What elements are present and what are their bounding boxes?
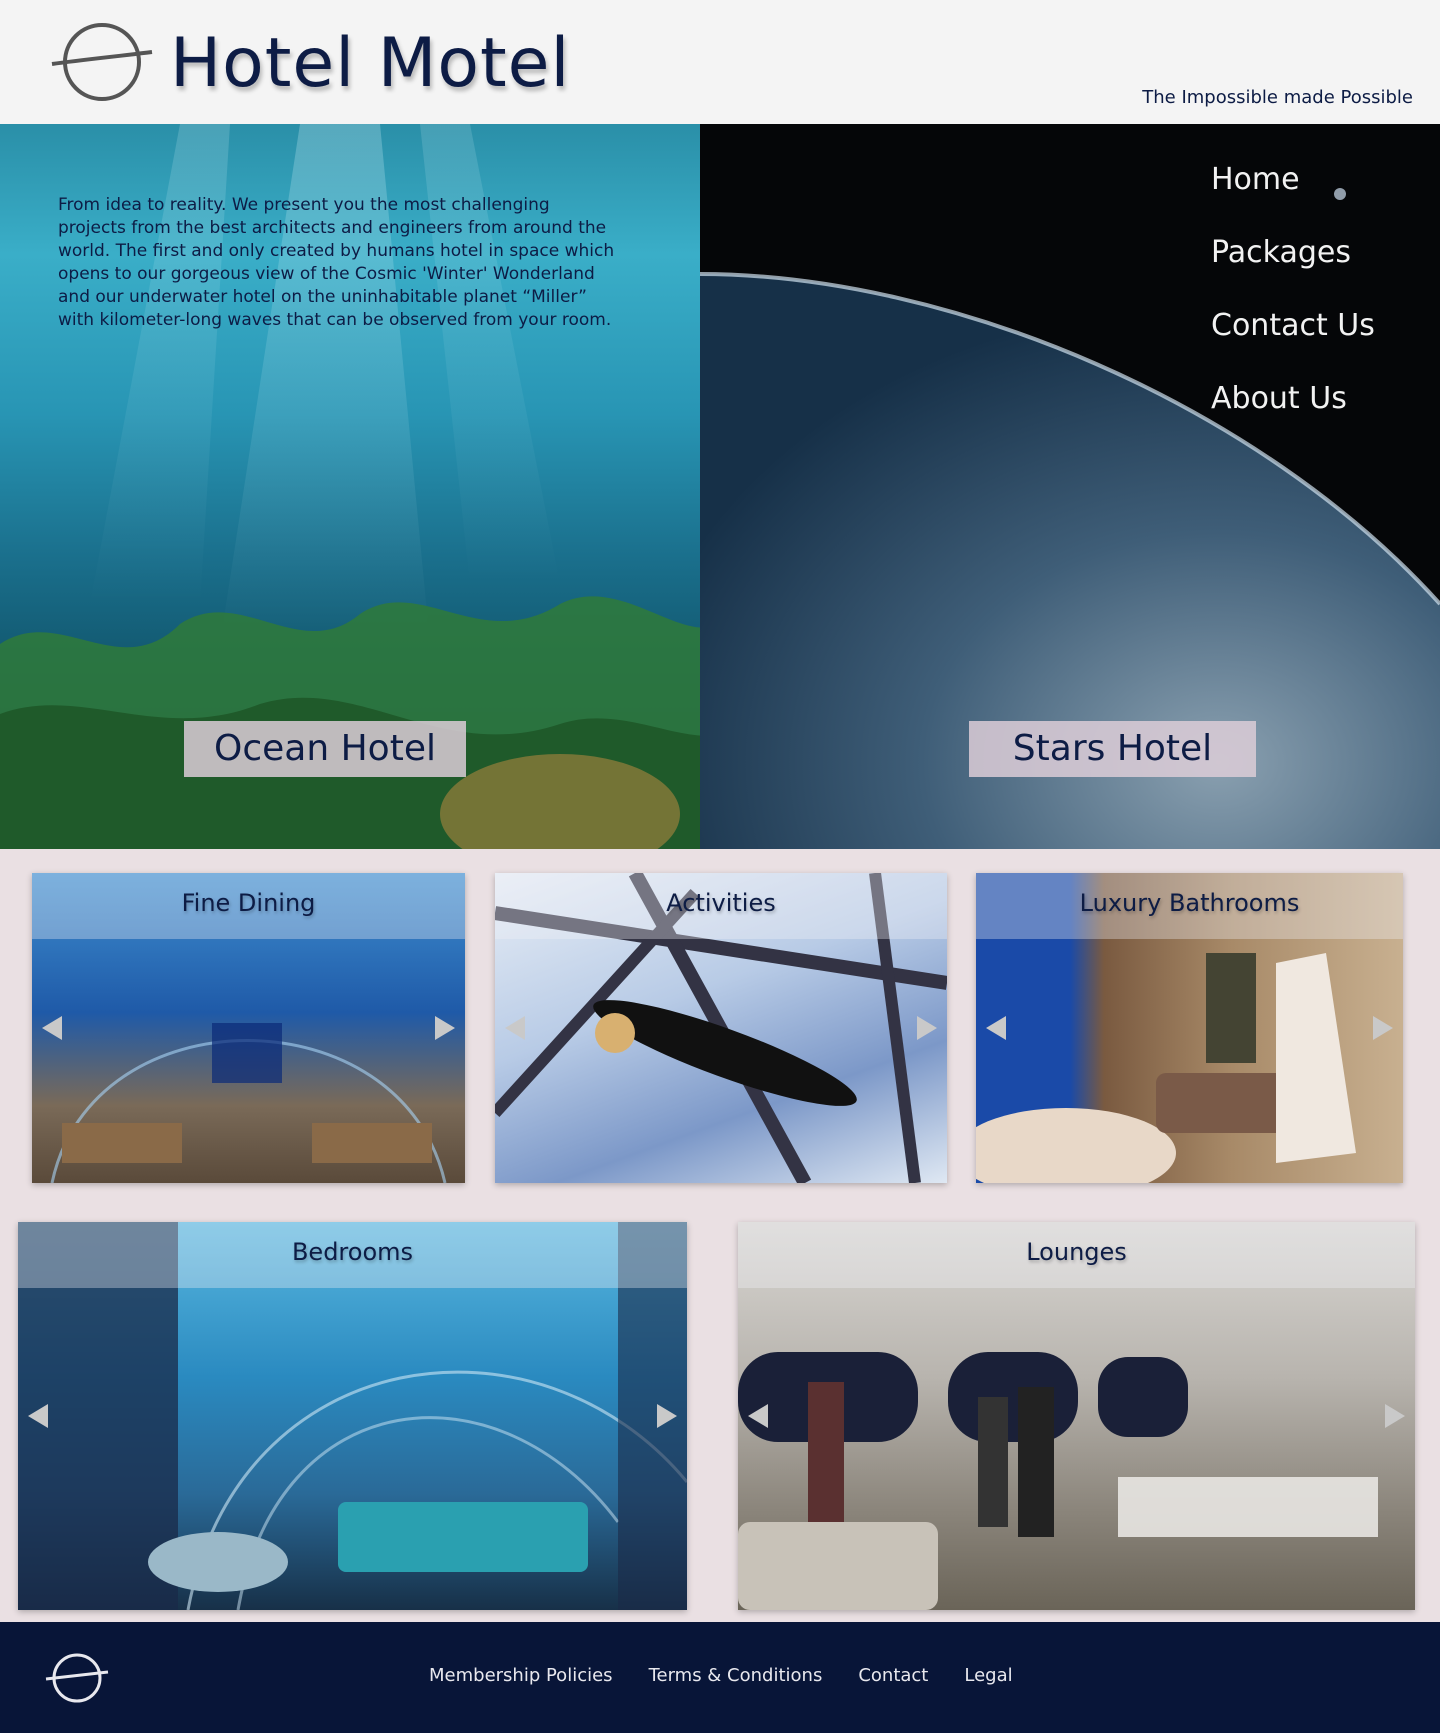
tagline: The Impossible made Possible bbox=[1142, 87, 1413, 108]
main-nav: Home Packages Contact Us About Us bbox=[1211, 162, 1375, 454]
orbit-logo-icon[interactable] bbox=[50, 22, 154, 102]
site-footer: Membership Policies Terms & Conditions C… bbox=[0, 1622, 1440, 1733]
card-title: Luxury Bathrooms bbox=[1079, 889, 1300, 917]
card-lounges[interactable]: Lounges bbox=[738, 1222, 1415, 1610]
card-activities[interactable]: Activities bbox=[495, 873, 947, 1183]
triangle-left-icon[interactable] bbox=[28, 1404, 48, 1428]
triangle-right-icon[interactable] bbox=[1385, 1404, 1405, 1428]
site-header: Hotel Motel The Impossible made Possible bbox=[0, 0, 1440, 124]
card-title: Lounges bbox=[1026, 1238, 1127, 1266]
triangle-left-icon[interactable] bbox=[42, 1016, 62, 1040]
footer-nav: Membership Policies Terms & Conditions C… bbox=[429, 1665, 1013, 1686]
footer-link-legal[interactable]: Legal bbox=[964, 1665, 1012, 1686]
card-luxury-bathrooms[interactable]: Luxury Bathrooms bbox=[976, 873, 1403, 1183]
stars-hotel-button[interactable]: Stars Hotel bbox=[969, 721, 1256, 777]
ocean-hotel-button[interactable]: Ocean Hotel bbox=[184, 721, 466, 777]
brand-name[interactable]: Hotel Motel bbox=[170, 24, 570, 103]
hero-section: From idea to reality. We present you the… bbox=[0, 124, 1440, 849]
triangle-right-icon[interactable] bbox=[1373, 1016, 1393, 1040]
triangle-left-icon[interactable] bbox=[748, 1404, 768, 1428]
card-title: Activities bbox=[666, 889, 776, 917]
hero-description: From idea to reality. We present you the… bbox=[58, 195, 615, 330]
nav-item-home[interactable]: Home bbox=[1211, 162, 1375, 197]
triangle-left-icon[interactable] bbox=[505, 1016, 525, 1040]
card-title: Fine Dining bbox=[181, 889, 316, 917]
triangle-left-icon[interactable] bbox=[986, 1016, 1006, 1040]
nav-item-packages[interactable]: Packages bbox=[1211, 235, 1375, 270]
triangle-right-icon[interactable] bbox=[435, 1016, 455, 1040]
footer-link-terms-conditions[interactable]: Terms & Conditions bbox=[649, 1665, 823, 1686]
triangle-right-icon[interactable] bbox=[657, 1404, 677, 1428]
nav-item-contact-us[interactable]: Contact Us bbox=[1211, 308, 1375, 343]
card-bedrooms[interactable]: Bedrooms bbox=[18, 1222, 687, 1610]
footer-link-membership-policies[interactable]: Membership Policies bbox=[429, 1665, 613, 1686]
nav-item-about-us[interactable]: About Us bbox=[1211, 381, 1375, 416]
card-title: Bedrooms bbox=[291, 1238, 414, 1266]
triangle-right-icon[interactable] bbox=[917, 1016, 937, 1040]
card-fine-dining[interactable]: Fine Dining bbox=[32, 873, 465, 1183]
footer-link-contact[interactable]: Contact bbox=[858, 1665, 928, 1686]
orbit-logo-icon[interactable] bbox=[44, 1652, 110, 1704]
